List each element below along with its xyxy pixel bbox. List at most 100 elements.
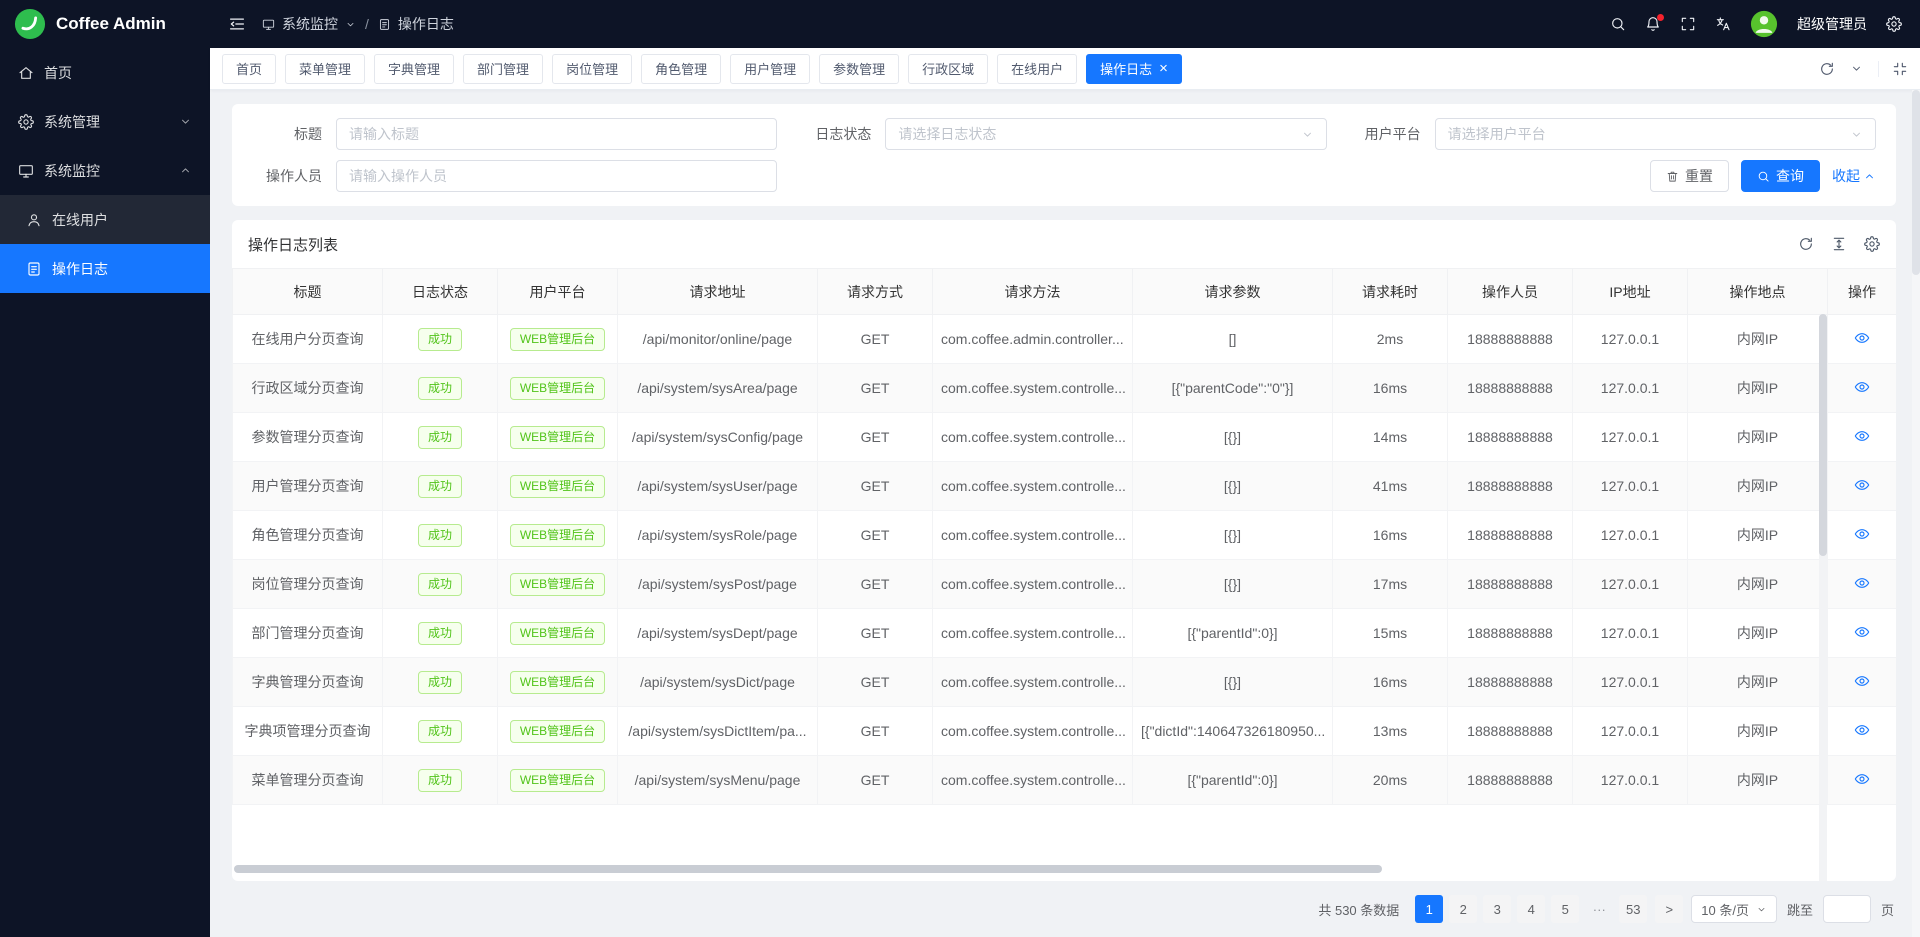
cell: 2ms <box>1333 315 1448 364</box>
collapse-filter-link[interactable]: 收起 <box>1832 166 1876 186</box>
username[interactable]: 超级管理员 <box>1797 14 1867 34</box>
reset-button[interactable]: 重置 <box>1650 160 1729 192</box>
fullscreen-icon[interactable] <box>1680 16 1696 32</box>
breadcrumb: 系统监控 / 操作日志 <box>262 14 454 34</box>
settings-gear-icon[interactable] <box>1886 16 1902 32</box>
cell: 41ms <box>1333 462 1448 511</box>
table-vertical-scrollbar[interactable] <box>1819 314 1827 881</box>
search-button[interactable]: 查询 <box>1741 160 1820 192</box>
cell: WEB管理后台 <box>498 609 618 658</box>
tab-bar: 首页菜单管理字典管理部门管理岗位管理角色管理用户管理 参数管理 行政区域在线用户操作… <box>210 48 1920 90</box>
menu-label: 首页 <box>44 63 72 83</box>
density-icon[interactable] <box>1831 236 1847 252</box>
next-page-button[interactable]: > <box>1655 895 1683 923</box>
app-logo: Coffee Admin <box>0 0 210 48</box>
page-ellipsis[interactable]: ··· <box>1585 895 1613 923</box>
sidebar-item-op-logs[interactable]: 操作日志 <box>0 244 210 293</box>
table-row: 行政区域分页查询成功WEB管理后台/api/system/sysArea/pag… <box>233 364 1897 413</box>
tab-label: 参数管理 <box>833 59 885 78</box>
view-detail-eye-icon[interactable] <box>1854 379 1870 395</box>
tabs-dropdown-icon[interactable] <box>1850 62 1863 75</box>
language-icon[interactable] <box>1715 16 1731 32</box>
cell: 18888888888 <box>1448 560 1573 609</box>
view-detail-eye-icon[interactable] <box>1854 428 1870 444</box>
view-detail-eye-icon[interactable] <box>1854 526 1870 542</box>
cell: 18888888888 <box>1448 315 1573 364</box>
view-detail-eye-icon[interactable] <box>1854 624 1870 640</box>
tab-item[interactable]: 角色管理 <box>641 54 721 84</box>
view-detail-eye-icon[interactable] <box>1854 771 1870 787</box>
scrollbar-thumb[interactable] <box>1912 90 1920 275</box>
platform-badge: WEB管理后台 <box>510 573 605 596</box>
page-button[interactable]: 53 <box>1619 895 1647 923</box>
cell: com.coffee.system.controlle... <box>933 462 1133 511</box>
action-cell <box>1828 658 1897 707</box>
view-detail-eye-icon[interactable] <box>1854 330 1870 346</box>
tab-item[interactable]: 行政区域 <box>908 54 988 84</box>
search-icon[interactable] <box>1610 16 1626 32</box>
status-badge: 成功 <box>418 622 462 645</box>
window-scrollbar[interactable] <box>1912 90 1920 937</box>
sidebar-item-system-mgmt[interactable]: 系统管理 <box>0 97 210 146</box>
view-detail-eye-icon[interactable] <box>1854 477 1870 493</box>
platform-badge: WEB管理后台 <box>510 524 605 547</box>
cell: 成功 <box>383 413 498 462</box>
refresh-tabs-icon[interactable] <box>1819 61 1835 77</box>
jump-page-input[interactable] <box>1823 895 1871 923</box>
cell: 127.0.0.1 <box>1573 756 1688 805</box>
notifications-bell-icon[interactable] <box>1645 16 1661 32</box>
cell: 127.0.0.1 <box>1573 609 1688 658</box>
scrollbar-thumb[interactable] <box>1819 314 1827 556</box>
view-detail-eye-icon[interactable] <box>1854 575 1870 591</box>
breadcrumb-item[interactable]: 系统监控 <box>282 14 338 34</box>
column-settings-icon[interactable] <box>1864 236 1880 252</box>
title-input[interactable] <box>336 118 777 150</box>
layout-fullscreen-icon[interactable] <box>1878 61 1908 77</box>
log-status-select[interactable]: 请选择日志状态 <box>885 118 1326 150</box>
operator-input[interactable] <box>336 160 777 192</box>
document-icon <box>26 261 42 277</box>
filter-operator-label: 操作人员 <box>252 166 322 186</box>
sidebar-item-online-users[interactable]: 在线用户 <box>0 195 210 244</box>
tab-item[interactable]: 首页 <box>222 54 276 84</box>
list-card-header: 操作日志列表 <box>232 220 1896 268</box>
cell: /api/system/sysRole/page <box>618 511 818 560</box>
tab-item[interactable]: 用户管理 <box>730 54 810 84</box>
collapse-sidebar-icon[interactable] <box>228 15 246 33</box>
tab-close-icon[interactable]: × <box>1159 61 1168 76</box>
sidebar-item-home[interactable]: 首页 <box>0 48 210 97</box>
cell: 角色管理分页查询 <box>233 511 383 560</box>
table-row: 角色管理分页查询成功WEB管理后台/api/system/sysRole/pag… <box>233 511 1897 560</box>
home-icon <box>18 65 34 81</box>
cell: 成功 <box>383 560 498 609</box>
view-detail-eye-icon[interactable] <box>1854 673 1870 689</box>
tab-item[interactable]: 字典管理 <box>374 54 454 84</box>
view-detail-eye-icon[interactable] <box>1854 722 1870 738</box>
avatar[interactable] <box>1750 10 1778 38</box>
tab-item[interactable]: 在线用户 <box>997 54 1077 84</box>
sidebar-item-system-monitor[interactable]: 系统监控 <box>0 146 210 195</box>
menu-label: 在线用户 <box>52 210 108 230</box>
tab-item[interactable]: 参数管理 <box>819 54 899 84</box>
user-icon <box>26 212 42 228</box>
page-button[interactable]: 4 <box>1517 895 1545 923</box>
tab-item[interactable]: 部门管理 <box>463 54 543 84</box>
tab-item[interactable]: 菜单管理 <box>285 54 365 84</box>
cell: /api/system/sysPost/page <box>618 560 818 609</box>
page-button[interactable]: 1 <box>1415 895 1443 923</box>
table-horizontal-scrollbar[interactable] <box>234 865 1382 873</box>
user-platform-select[interactable]: 请选择用户平台 <box>1435 118 1876 150</box>
page-button[interactable]: 5 <box>1551 895 1579 923</box>
tabbar-actions <box>1819 61 1908 77</box>
tab-item[interactable]: 操作日志× <box>1086 54 1182 84</box>
table-row: 在线用户分页查询成功WEB管理后台/api/monitor/online/pag… <box>233 315 1897 364</box>
filter-actions: 重置 查询 收起 <box>1650 160 1876 192</box>
page-size-select[interactable]: 10 条/页 <box>1691 895 1777 923</box>
page-button[interactable]: 3 <box>1483 895 1511 923</box>
cell: 内网IP <box>1688 364 1828 413</box>
platform-badge: WEB管理后台 <box>510 475 605 498</box>
tab-item[interactable]: 岗位管理 <box>552 54 632 84</box>
page-button[interactable]: 2 <box>1449 895 1477 923</box>
refresh-table-icon[interactable] <box>1798 236 1814 252</box>
cell: 127.0.0.1 <box>1573 462 1688 511</box>
